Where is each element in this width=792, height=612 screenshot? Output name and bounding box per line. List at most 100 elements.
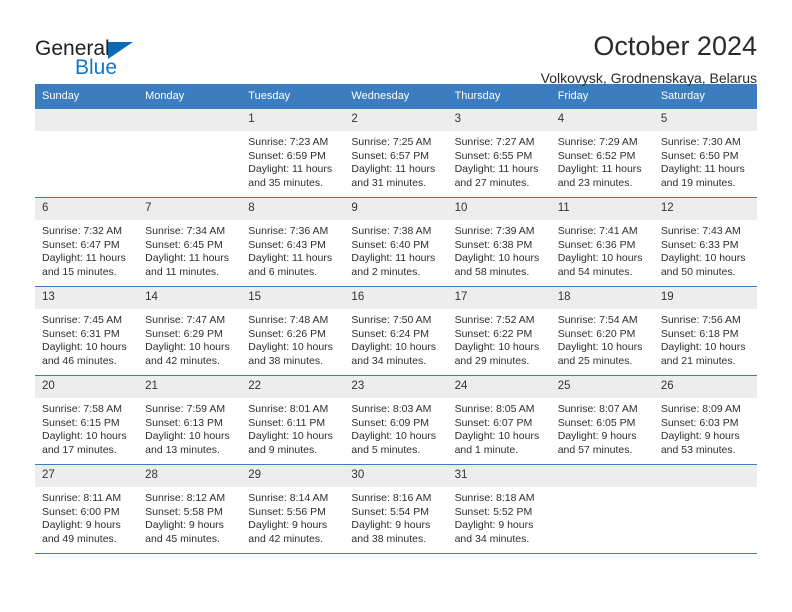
sunset-text: Sunset: 6:22 PM	[454, 327, 533, 340]
calendar-day-cell[interactable]: 30 Sunrise: 8:16 AM Sunset: 5:54 PM Dayligh…	[344, 464, 448, 554]
calendar-day-cell[interactable]: 31 Sunrise: 8:18 AM Sunset: 5:52 PM Dayligh…	[447, 464, 551, 554]
sunrise-text: Sunrise: 8:03 AM	[351, 403, 432, 415]
daylight-text: Daylight: 9 hours and 34 minutes.	[454, 519, 534, 545]
calendar-day-cell[interactable]: 9 Sunrise: 7:38 AM Sunset: 6:40 PM Daylight…	[344, 197, 448, 287]
sunrise-text: Sunrise: 7:38 AM	[351, 225, 432, 237]
calendar-cell-inner: 20 Sunrise: 7:58 AM Sunset: 6:15 PM Dayligh…	[35, 376, 139, 457]
day-details: Sunrise: 8:03 AM Sunset: 6:09 PM Daylight:…	[344, 398, 447, 457]
day-number: 19	[653, 287, 757, 309]
day-details: Sunrise: 8:14 AM Sunset: 5:56 PM Daylight:…	[241, 487, 344, 546]
calendar-day-cell[interactable]: 1 Sunrise: 7:23 AM Sunset: 6:59 PM Daylight…	[241, 108, 345, 198]
calendar-cell-inner: 29 Sunrise: 8:14 AM Sunset: 5:56 PM Dayligh…	[241, 465, 345, 546]
sunset-text: Sunset: 6:47 PM	[42, 238, 120, 251]
calendar-cell-inner: 23 Sunrise: 8:03 AM Sunset: 6:09 PM Dayligh…	[344, 376, 448, 457]
sunrise-text: Sunrise: 7:32 AM	[42, 225, 122, 237]
day-number: 30	[344, 465, 448, 487]
day-number: 10	[447, 198, 551, 220]
day-details: Sunrise: 7:50 AM Sunset: 6:24 PM Daylight:…	[344, 309, 447, 368]
sunrise-text: Sunrise: 7:39 AM	[454, 225, 535, 237]
calendar-day-cell[interactable]: 12 Sunrise: 7:43 AM Sunset: 6:33 PM Dayligh…	[653, 197, 757, 287]
day-number: 11	[550, 198, 654, 220]
calendar-day-cell[interactable]: 27 Sunrise: 8:11 AM Sunset: 6:00 PM Dayligh…	[35, 464, 139, 554]
calendar-cell-inner	[138, 109, 242, 136]
calendar-day-cell[interactable]: 29 Sunrise: 8:14 AM Sunset: 5:56 PM Dayligh…	[241, 464, 345, 554]
sunset-text: Sunset: 6:29 PM	[145, 327, 223, 340]
day-details: Sunrise: 7:48 AM Sunset: 6:26 PM Daylight:…	[241, 309, 344, 368]
day-details: Sunrise: 8:09 AM Sunset: 6:03 PM Daylight:…	[654, 398, 757, 457]
calendar-week-row: 6 Sunrise: 7:32 AM Sunset: 6:47 PM Daylight…	[35, 197, 757, 287]
day-number: 24	[447, 376, 551, 398]
daylight-text: Daylight: 10 hours and 46 minutes.	[42, 341, 127, 367]
day-number: 31	[447, 465, 551, 487]
calendar-day-cell[interactable]: 28 Sunrise: 8:12 AM Sunset: 5:58 PM Dayligh…	[138, 464, 242, 554]
calendar-day-cell[interactable]: 24 Sunrise: 8:05 AM Sunset: 6:07 PM Dayligh…	[447, 375, 551, 465]
title-block: October 2024 Volkovysk, Grodnenskaya, Be…	[541, 30, 757, 88]
day-number: 28	[138, 465, 242, 487]
calendar-day-cell[interactable]: 20 Sunrise: 7:58 AM Sunset: 6:15 PM Dayligh…	[35, 375, 139, 465]
sunset-text: Sunset: 6:20 PM	[557, 327, 636, 340]
calendar-cell-inner: 3 Sunrise: 7:27 AM Sunset: 6:55 PM Daylight…	[447, 109, 551, 190]
sunset-text: Sunset: 6:31 PM	[42, 327, 120, 340]
day-number: 27	[35, 465, 139, 487]
calendar-day-cell[interactable]: 18 Sunrise: 7:54 AM Sunset: 6:20 PM Dayligh…	[550, 286, 654, 376]
sunset-text: Sunset: 6:50 PM	[660, 149, 739, 162]
calendar-day-cell[interactable]: 23 Sunrise: 8:03 AM Sunset: 6:09 PM Dayligh…	[344, 375, 448, 465]
sunrise-text: Sunrise: 7:25 AM	[351, 136, 432, 148]
day-details: Sunrise: 7:56 AM Sunset: 6:18 PM Daylight:…	[654, 309, 757, 368]
calendar-day-cell[interactable]: 8 Sunrise: 7:36 AM Sunset: 6:43 PM Daylight…	[241, 197, 345, 287]
day-details: Sunrise: 7:25 AM Sunset: 6:57 PM Daylight:…	[344, 131, 447, 190]
calendar-day-cell[interactable]: 7 Sunrise: 7:34 AM Sunset: 6:45 PM Daylight…	[138, 197, 242, 287]
weekday-header-wednesday: Wednesday	[344, 84, 448, 109]
weekday-header-sunday: Sunday	[35, 84, 139, 109]
daylight-text: Daylight: 9 hours and 53 minutes.	[660, 430, 740, 456]
calendar-cell-inner: 18 Sunrise: 7:54 AM Sunset: 6:20 PM Dayligh…	[550, 287, 654, 368]
sunset-text: Sunset: 6:33 PM	[660, 238, 739, 251]
calendar-day-cell[interactable]: 15 Sunrise: 7:48 AM Sunset: 6:26 PM Dayligh…	[241, 286, 345, 376]
calendar-day-cell[interactable]: 10 Sunrise: 7:39 AM Sunset: 6:38 PM Dayligh…	[447, 197, 551, 287]
sunset-text: Sunset: 5:56 PM	[248, 505, 326, 518]
sunset-text: Sunset: 5:58 PM	[145, 505, 223, 518]
daylight-text: Daylight: 10 hours and 9 minutes.	[248, 430, 333, 456]
weekday-header-monday: Monday	[138, 84, 242, 109]
day-details: Sunrise: 7:38 AM Sunset: 6:40 PM Daylight:…	[344, 220, 447, 279]
day-details: Sunrise: 7:59 AM Sunset: 6:13 PM Daylight:…	[138, 398, 241, 457]
daylight-text: Daylight: 9 hours and 45 minutes.	[145, 519, 224, 545]
sunset-text: Sunset: 6:52 PM	[557, 149, 636, 162]
calendar-day-cell[interactable]: 11 Sunrise: 7:41 AM Sunset: 6:36 PM Dayligh…	[550, 197, 654, 287]
calendar-cell-inner: 15 Sunrise: 7:48 AM Sunset: 6:26 PM Dayligh…	[241, 287, 345, 368]
calendar-cell-inner: 30 Sunrise: 8:16 AM Sunset: 5:54 PM Dayligh…	[344, 465, 448, 546]
day-number	[138, 109, 242, 131]
calendar-day-cell[interactable]: 22 Sunrise: 8:01 AM Sunset: 6:11 PM Dayligh…	[241, 375, 345, 465]
sunset-text: Sunset: 6:59 PM	[248, 149, 326, 162]
calendar-day-cell[interactable]: 13 Sunrise: 7:45 AM Sunset: 6:31 PM Dayligh…	[35, 286, 139, 376]
calendar-cell-inner: 25 Sunrise: 8:07 AM Sunset: 6:05 PM Dayligh…	[550, 376, 654, 457]
sunset-text: Sunset: 5:52 PM	[454, 505, 533, 518]
calendar-day-cell[interactable]: 19 Sunrise: 7:56 AM Sunset: 6:18 PM Dayligh…	[653, 286, 757, 376]
calendar-day-cell[interactable]: 14 Sunrise: 7:47 AM Sunset: 6:29 PM Dayligh…	[138, 286, 242, 376]
day-number: 26	[653, 376, 757, 398]
calendar-cell-inner	[35, 109, 139, 136]
sunset-text: Sunset: 6:55 PM	[454, 149, 533, 162]
calendar-day-cell[interactable]: 2 Sunrise: 7:25 AM Sunset: 6:57 PM Daylight…	[344, 108, 448, 198]
calendar-day-cell[interactable]: 25 Sunrise: 8:07 AM Sunset: 6:05 PM Dayligh…	[550, 375, 654, 465]
calendar-week-row: 27 Sunrise: 8:11 AM Sunset: 6:00 PM Dayligh…	[35, 464, 757, 554]
day-number: 7	[138, 198, 242, 220]
day-details: Sunrise: 8:11 AM Sunset: 6:00 PM Daylight:…	[35, 487, 138, 546]
calendar-day-cell[interactable]: 5 Sunrise: 7:30 AM Sunset: 6:50 PM Daylight…	[653, 108, 757, 198]
calendar-day-cell[interactable]: 3 Sunrise: 7:27 AM Sunset: 6:55 PM Daylight…	[447, 108, 551, 198]
sunset-text: Sunset: 6:15 PM	[42, 416, 120, 429]
calendar-day-cell[interactable]: 4 Sunrise: 7:29 AM Sunset: 6:52 PM Daylight…	[550, 108, 654, 198]
calendar-day-cell[interactable]: 21 Sunrise: 7:59 AM Sunset: 6:13 PM Dayligh…	[138, 375, 242, 465]
calendar-day-cell[interactable]: 6 Sunrise: 7:32 AM Sunset: 6:47 PM Daylight…	[35, 197, 139, 287]
day-number: 1	[241, 109, 345, 131]
day-details: Sunrise: 7:41 AM Sunset: 6:36 PM Daylight:…	[551, 220, 654, 279]
calendar-day-cell[interactable]: 17 Sunrise: 7:52 AM Sunset: 6:22 PM Dayligh…	[447, 286, 551, 376]
day-details: Sunrise: 7:36 AM Sunset: 6:43 PM Daylight:…	[241, 220, 344, 279]
calendar-day-cell[interactable]: 26 Sunrise: 8:09 AM Sunset: 6:03 PM Dayligh…	[653, 375, 757, 465]
daylight-text: Daylight: 11 hours and 35 minutes.	[248, 163, 333, 189]
daylight-text: Daylight: 11 hours and 27 minutes.	[454, 163, 539, 189]
sunrise-text: Sunrise: 7:59 AM	[145, 403, 226, 415]
brand-logo[interactable]: General Blue	[35, 30, 235, 78]
day-details: Sunrise: 8:01 AM Sunset: 6:11 PM Daylight:…	[241, 398, 344, 457]
calendar-day-cell[interactable]: 16 Sunrise: 7:50 AM Sunset: 6:24 PM Dayligh…	[344, 286, 448, 376]
